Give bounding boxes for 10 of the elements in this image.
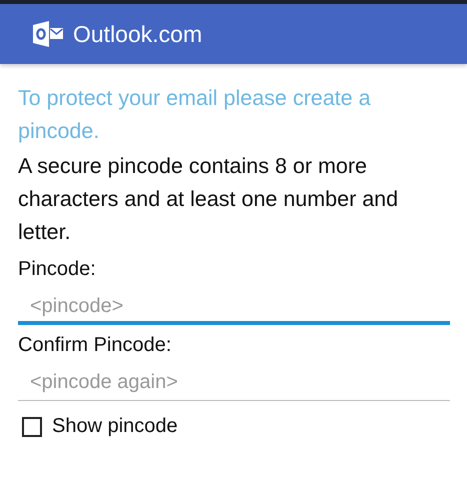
input-field[interactable]: <pincode> xyxy=(18,289,450,325)
checkbox-label: Show pincode xyxy=(52,415,178,438)
field-label: Pincode: xyxy=(18,257,96,282)
input-field[interactable]: <pincode again> xyxy=(18,365,450,401)
intro-text: To protect your email please create a pincode. xyxy=(18,85,372,145)
app-title: Outlook.com xyxy=(73,20,202,48)
field-label: Confirm Pincode: xyxy=(18,333,172,358)
checkbox[interactable] xyxy=(22,416,42,436)
mail-logo-icon xyxy=(33,21,63,47)
description-text: A secure pincode contains 8 or more characters and at least one number and letter. xyxy=(18,153,400,246)
